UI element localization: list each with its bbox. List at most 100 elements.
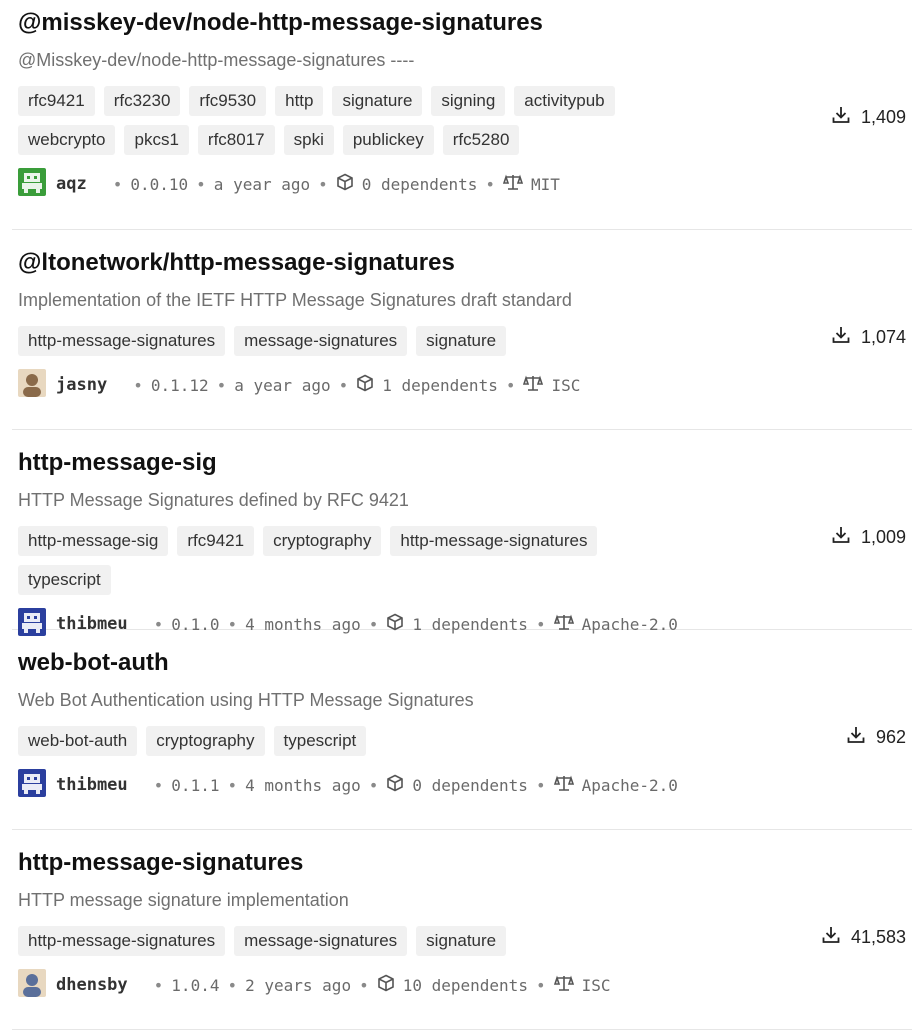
download-icon (831, 105, 851, 130)
package-result: web-bot-auth Web Bot Authentication using… (12, 630, 912, 830)
keyword-list: http-message-sig rfc9421 cryptography http-… (18, 526, 658, 595)
publisher-name[interactable]: thibmeu (56, 775, 128, 795)
keyword-tag[interactable]: signature (332, 86, 423, 116)
downloads-count: 1,074 (860, 327, 906, 347)
package-meta: jasny • 0.1.12 • a year ago • 1 dependents • ISC (18, 369, 912, 401)
package-name-link[interactable]: web-bot-auth (18, 648, 169, 678)
scale-license-icon (523, 374, 544, 396)
keyword-tag[interactable]: http (275, 86, 324, 116)
separator: • (485, 174, 495, 194)
publisher-avatar[interactable] (18, 769, 56, 801)
publisher-name[interactable]: dhensby (56, 975, 128, 995)
keyword-tag[interactable]: rfc5280 (442, 125, 520, 155)
separator: • (153, 975, 164, 995)
package-name-link[interactable]: http-message-signatures (18, 848, 303, 878)
keyword-tag[interactable]: signature (416, 326, 507, 356)
downloads-count: 1,409 (860, 107, 906, 127)
keyword-tag[interactable]: rfc8017 (197, 125, 275, 155)
dependents-count: 0 dependents (412, 775, 528, 795)
downloads-count: 1,009 (860, 527, 906, 547)
separator: • (196, 174, 206, 194)
package-meta: dhensby • 1.0.4 • 2 years ago • 10 dependents •… (18, 969, 912, 1001)
weekly-downloads: 1,009 (831, 525, 906, 550)
keyword-tag[interactable]: rfc9421 (177, 526, 255, 556)
weekly-downloads: 41,583 (821, 925, 906, 950)
keyword-tag[interactable]: rfc3230 (103, 86, 181, 116)
publisher-name[interactable]: aqz (56, 174, 87, 194)
package-description: HTTP Message Signatures defined by RFC 9… (18, 490, 409, 510)
license-label: Apache-2.0 (581, 775, 678, 795)
downloads-count: 962 (875, 727, 906, 747)
package-box-icon (386, 774, 404, 796)
published-date: 4 months ago (245, 775, 361, 795)
package-result: http-message-signatures HTTP message sign… (12, 830, 912, 1030)
keyword-tag[interactable]: http-message-sig (18, 526, 169, 556)
package-description: @Misskey-dev/node-http-message-signature… (18, 50, 415, 70)
keyword-tag[interactable]: cryptography (146, 726, 265, 756)
keyword-tag[interactable]: message-signatures (234, 326, 408, 356)
package-meta: thibmeu • 0.1.1 • 4 months ago • 0 dependents •… (18, 769, 912, 801)
keyword-tag[interactable]: webcrypto (18, 125, 116, 155)
keyword-tag[interactable]: web-bot-auth (18, 726, 138, 756)
published-date: a year ago (234, 375, 331, 395)
separator: • (368, 775, 379, 795)
keyword-tag[interactable]: message-signatures (234, 926, 408, 956)
keyword-tag[interactable]: publickey (342, 125, 434, 155)
license-label: MIT (531, 174, 560, 194)
keyword-list: http-message-signatures message-signature… (18, 926, 658, 956)
publisher-name[interactable]: jasny (56, 375, 107, 395)
package-name-link[interactable]: http-message-sig (18, 448, 217, 478)
keyword-tag[interactable]: spki (283, 125, 334, 155)
package-version: 0.0.10 (130, 174, 189, 194)
separator: • (359, 975, 369, 995)
package-version: 0.1.1 (171, 775, 220, 795)
license-label: ISC (551, 375, 581, 395)
separator: • (153, 775, 164, 795)
keyword-tag[interactable]: cryptography (263, 526, 382, 556)
publisher-avatar[interactable] (18, 969, 56, 1001)
package-meta: aqz • 0.0.10 • a year ago • 0 dependents • MIT (18, 168, 912, 200)
separator: • (535, 975, 546, 995)
package-result: http-message-sig HTTP Message Signatures … (12, 430, 912, 636)
keyword-list: web-bot-auth cryptography typescript (18, 726, 658, 756)
package-name-link[interactable]: @misskey-dev/node-http-message-signature… (18, 8, 543, 38)
dependents-count: 1 dependents (382, 375, 498, 395)
publisher-avatar[interactable] (18, 168, 56, 200)
package-result: @misskey-dev/node-http-message-signature… (12, 0, 912, 230)
dependents-count: 10 dependents (402, 975, 528, 995)
keyword-tag[interactable]: http-message-signatures (18, 326, 226, 356)
keyword-tag[interactable]: http-message-signatures (390, 526, 598, 556)
separator: • (318, 174, 328, 194)
separator: • (133, 375, 143, 395)
scale-license-icon (553, 974, 574, 996)
separator: • (505, 375, 516, 395)
publisher-avatar[interactable] (18, 369, 56, 401)
separator: • (216, 375, 227, 395)
package-box-icon (356, 374, 374, 396)
keyword-tag[interactable]: activitypub (514, 86, 615, 116)
published-date: 2 years ago (245, 975, 352, 995)
keyword-tag[interactable]: typescript (18, 565, 111, 595)
package-box-icon (336, 173, 354, 195)
published-date: a year ago (213, 174, 311, 194)
download-icon (831, 325, 851, 350)
package-description: Web Bot Authentication using HTTP Messag… (18, 690, 474, 710)
separator: • (535, 775, 546, 795)
keyword-tag[interactable]: signing (431, 86, 506, 116)
scale-license-icon (553, 774, 574, 796)
downloads-count: 41,583 (850, 927, 906, 947)
keyword-tag[interactable]: rfc9421 (18, 86, 95, 116)
package-name-link[interactable]: @ltonetwork/http-message-signatures (18, 248, 455, 278)
separator: • (227, 775, 238, 795)
keyword-list: http-message-signatures message-signature… (18, 326, 658, 356)
keyword-tag[interactable]: rfc9530 (189, 86, 267, 116)
keyword-tag[interactable]: typescript (273, 726, 367, 756)
package-result: @ltonetwork/http-message-signatures Imple… (12, 230, 912, 430)
keyword-tag[interactable]: pkcs1 (124, 125, 189, 155)
keyword-tag[interactable]: signature (416, 926, 507, 956)
license-label: ISC (581, 975, 611, 995)
keyword-tag[interactable]: http-message-signatures (18, 926, 226, 956)
package-description: HTTP message signature implementation (18, 890, 349, 910)
separator: • (338, 375, 349, 395)
package-description: Implementation of the IETF HTTP Message … (18, 290, 572, 310)
